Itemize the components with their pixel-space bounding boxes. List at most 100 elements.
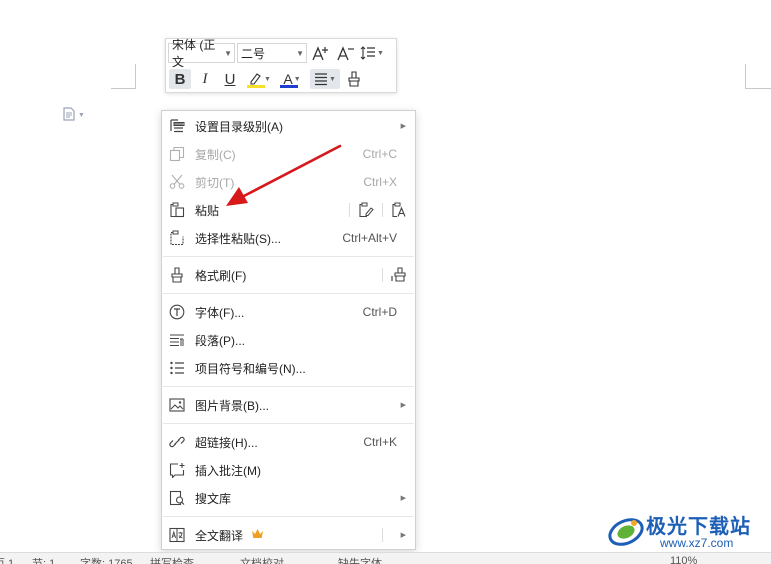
status-page[interactable]: 页 1 <box>0 555 14 564</box>
paste-icon <box>169 202 185 218</box>
menu-separator <box>163 386 414 387</box>
menu-separator <box>163 423 414 424</box>
menu-item-format-painter[interactable]: 格式刷(F) <box>162 261 415 289</box>
font-color-button[interactable]: A ▼ <box>277 69 307 89</box>
menu-item-insert-comment[interactable]: 插入批注(M) <box>162 456 415 484</box>
decrease-font-size-button[interactable] <box>335 43 357 63</box>
line-spacing-icon <box>360 46 375 60</box>
menu-label: 段落(P)... <box>195 333 245 348</box>
menu-item-toc-level[interactable]: 设置目录级别(A) ▶ <box>162 112 415 140</box>
decrease-font-icon <box>337 46 354 61</box>
divider <box>349 203 350 217</box>
font-name-select[interactable]: 宋体 (正文 ▼ <box>168 38 235 69</box>
chevron-down-icon: ▼ <box>78 112 85 119</box>
menu-label: 选择性粘贴(S)... <box>195 231 281 246</box>
page-corner-mark-right <box>745 64 771 89</box>
menu-item-paragraph[interactable]: 段落(P)... <box>162 326 415 354</box>
toolbar-row-style: B I U ▼ A ▼ ▼ <box>168 67 394 91</box>
font-size-value: 二号 <box>241 46 266 61</box>
menu-shortcut: Ctrl+X <box>363 175 397 189</box>
cut-icon <box>169 174 185 190</box>
paragraph-icon <box>169 332 185 348</box>
font-size-select[interactable]: 二号 ▼ <box>237 43 307 63</box>
menu-label: 图片背景(B)... <box>195 398 269 413</box>
menu-shortcut: Ctrl+K <box>363 435 397 449</box>
menu-item-search-library[interactable]: 搜文库 ▶ <box>162 484 415 512</box>
font-name-value: 宋体 (正文 <box>172 38 216 69</box>
paragraph-marker[interactable]: ▼ <box>63 107 85 124</box>
site-logo <box>608 518 644 546</box>
menu-label: 超链接(H)... <box>195 435 258 450</box>
menu-label: 格式刷(F) <box>195 268 247 283</box>
underline-icon: U <box>224 70 236 88</box>
status-spell-check[interactable]: 拼写检查 <box>150 555 194 564</box>
menu-label: 全文翻译 <box>195 528 244 543</box>
bold-icon: B <box>174 70 186 88</box>
highlight-button[interactable]: ▼ <box>244 69 274 89</box>
italic-button[interactable]: I <box>194 69 216 89</box>
search-library-icon <box>169 490 185 506</box>
divider <box>382 203 383 217</box>
watermark-name: 极光下载站 <box>646 514 751 538</box>
menu-shortcut: Ctrl+Alt+V <box>342 231 397 245</box>
align-button[interactable]: ▼ <box>310 69 340 89</box>
increase-font-size-button[interactable] <box>310 43 332 63</box>
chevron-right-icon: ▶ <box>400 495 406 502</box>
status-proofread[interactable]: 文档校对 <box>240 555 284 564</box>
format-painter-multi-icon[interactable] <box>391 267 407 283</box>
underline-button[interactable]: U <box>219 69 241 89</box>
status-missing-fonts[interactable]: 缺失字体 <box>338 555 382 564</box>
chevron-right-icon: ▶ <box>400 532 406 539</box>
copy-icon <box>169 146 185 162</box>
font-color-bar <box>280 85 298 88</box>
chevron-down-icon: ▼ <box>224 48 232 58</box>
menu-label: 搜文库 <box>195 491 232 506</box>
annotation-arrow <box>226 144 342 206</box>
chevron-down-icon: ▼ <box>296 48 304 58</box>
menu-label: 插入批注(M) <box>195 463 261 478</box>
chevron-right-icon: ▶ <box>400 123 406 130</box>
menu-item-picture-background[interactable]: 图片背景(B)... ▶ <box>162 391 415 419</box>
menu-item-font[interactable]: 字体(F)... Ctrl+D <box>162 298 415 326</box>
chevron-down-icon: ▼ <box>329 75 336 83</box>
menu-item-paste-special[interactable]: 选择性粘贴(S)... Ctrl+Alt+V <box>162 224 415 252</box>
menu-label: 项目符号和编号(N)... <box>195 361 306 376</box>
menu-label: 设置目录级别(A) <box>195 119 283 134</box>
italic-icon: I <box>202 70 208 87</box>
picture-background-icon <box>169 397 185 413</box>
format-painter-icon <box>348 71 360 87</box>
menu-shortcut: Ctrl+D <box>362 305 397 319</box>
line-spacing-button[interactable]: ▼ <box>360 43 384 63</box>
status-section[interactable]: 节: 1 <box>32 555 55 564</box>
bullets-icon <box>169 360 185 376</box>
chevron-right-icon: ▶ <box>400 402 406 409</box>
menu-item-translate[interactable]: 全文翻译 ▶ <box>162 521 415 549</box>
page-corner-mark-left <box>111 64 136 89</box>
watermark-url: www.xz7.com <box>660 536 734 550</box>
status-word-count[interactable]: 字数: 1765 <box>80 555 133 564</box>
insert-comment-icon <box>169 462 185 478</box>
toolbar-row-font: 宋体 (正文 ▼ 二号 ▼ ▼ <box>168 38 394 69</box>
chevron-down-icon: ▼ <box>293 75 301 83</box>
menu-shortcut: Ctrl+C <box>362 147 397 161</box>
mini-format-toolbar: 宋体 (正文 ▼ 二号 ▼ ▼ B I U ▼ A ▼ ▼ <box>165 38 397 93</box>
font-icon <box>169 304 185 320</box>
divider <box>382 528 383 542</box>
menu-separator <box>163 516 414 517</box>
highlight-color-bar <box>247 85 265 88</box>
align-justify-icon <box>315 73 328 86</box>
paste-keep-format-icon[interactable] <box>358 202 374 218</box>
paste-text-only-icon[interactable] <box>391 202 407 218</box>
status-zoom[interactable]: 110% <box>670 555 697 564</box>
chevron-down-icon: ▼ <box>264 75 271 83</box>
menu-item-bullets[interactable]: 项目符号和编号(N)... <box>162 354 415 382</box>
watermark: 极光下载站 www.xz7.com <box>606 506 766 554</box>
bold-button[interactable]: B <box>169 69 191 89</box>
format-painter-button[interactable] <box>343 69 365 89</box>
hyperlink-icon <box>169 434 185 450</box>
menu-item-hyperlink[interactable]: 超链接(H)... Ctrl+K <box>162 428 415 456</box>
menu-label: 粘贴 <box>195 203 220 218</box>
chevron-down-icon: ▼ <box>377 49 384 57</box>
menu-separator <box>163 293 414 294</box>
document-icon <box>63 107 75 124</box>
